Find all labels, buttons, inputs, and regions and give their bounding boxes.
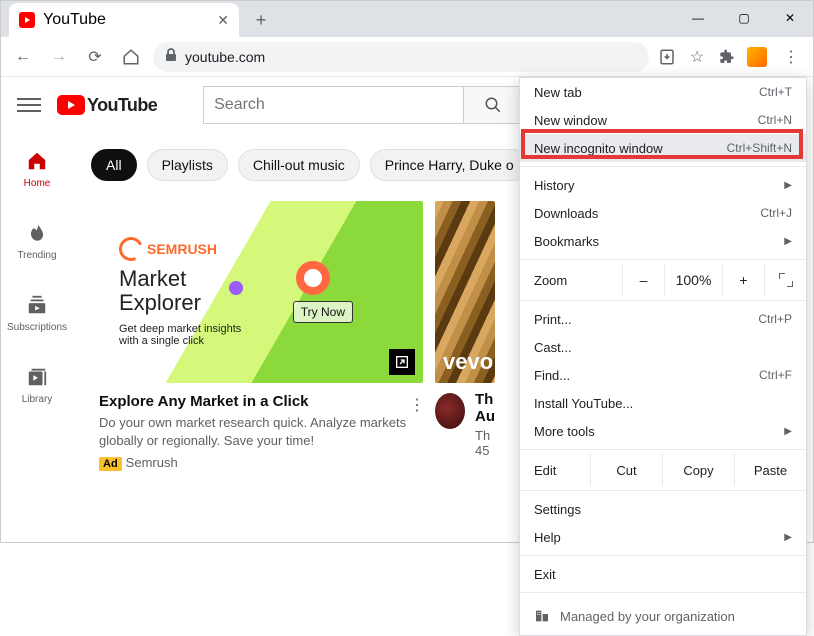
- ad-card[interactable]: SEMRUSH MarketExplorer Get deep market i…: [99, 201, 423, 471]
- address-bar: ← → ⟳ youtube.com ☆ ⋮: [1, 37, 813, 77]
- menu-new-incognito[interactable]: New incognito windowCtrl+Shift+N: [520, 134, 806, 162]
- zoom-out-button[interactable]: –: [622, 264, 664, 296]
- browser-tab[interactable]: YouTube ✕: [9, 3, 239, 37]
- sidebar-item-subscriptions[interactable]: Subscriptions: [1, 277, 73, 349]
- edit-label: Edit: [520, 463, 590, 478]
- menu-new-window[interactable]: New windowCtrl+N: [520, 106, 806, 134]
- managed-by-org[interactable]: Managed by your organization: [520, 597, 806, 635]
- semrush-logo: SEMRUSH: [119, 237, 403, 261]
- search-input[interactable]: [203, 86, 463, 124]
- chrome-menu: New tabCtrl+T New windowCtrl+N New incog…: [519, 77, 807, 636]
- ad-badge: Ad: [99, 457, 122, 471]
- youtube-logo-text: YouTube: [87, 95, 157, 116]
- ad-headline: MarketExplorer: [119, 267, 403, 315]
- sidebar-label: Trending: [17, 250, 56, 261]
- zoom-in-button[interactable]: +: [722, 264, 764, 296]
- forward-button[interactable]: →: [45, 43, 73, 71]
- filter-chips: All Playlists Chill-out music Prince Har…: [91, 149, 529, 181]
- menu-edit-row: Edit Cut Copy Paste: [520, 454, 806, 486]
- chip-playlists[interactable]: Playlists: [147, 149, 228, 181]
- youtube-favicon: [19, 12, 35, 28]
- ad-thumbnail[interactable]: SEMRUSH MarketExplorer Get deep market i…: [99, 201, 423, 383]
- menu-settings[interactable]: Settings: [520, 495, 806, 523]
- window-titlebar: YouTube ✕ + — ▢ ✕: [1, 1, 813, 37]
- video-card[interactable]: vevo ThAu Th45: [435, 201, 495, 471]
- channel-avatar[interactable]: [435, 393, 465, 429]
- fullscreen-icon: [779, 273, 793, 287]
- ad-sponsor-line: AdSemrush: [99, 455, 423, 471]
- menu-install-youtube[interactable]: Install YouTube...: [520, 389, 806, 417]
- lock-icon: [165, 48, 177, 65]
- back-button[interactable]: ←: [9, 43, 37, 71]
- ad-card-description: Do your own market research quick. Analy…: [99, 414, 423, 449]
- chip-all[interactable]: All: [91, 149, 137, 181]
- menu-cut[interactable]: Cut: [590, 454, 662, 486]
- menu-find[interactable]: Find...Ctrl+F: [520, 361, 806, 389]
- menu-paste[interactable]: Paste: [734, 454, 806, 486]
- ad-card-title: Explore Any Market in a Click: [99, 393, 423, 410]
- open-external-icon[interactable]: [389, 349, 415, 375]
- extension-badge-icon[interactable]: [747, 47, 767, 67]
- sidebar-label: Library: [22, 394, 53, 405]
- trending-icon: [26, 222, 48, 244]
- home-button[interactable]: [117, 43, 145, 71]
- zoom-label: Zoom: [520, 273, 622, 288]
- chip-chillout[interactable]: Chill-out music: [238, 149, 360, 181]
- home-icon: [26, 150, 48, 172]
- sidebar-item-home[interactable]: Home: [1, 133, 73, 205]
- maximize-button[interactable]: ▢: [721, 3, 767, 33]
- zoom-level: 100%: [664, 264, 722, 296]
- vevo-badge: vevo: [443, 349, 493, 375]
- library-icon: [26, 366, 48, 388]
- video-thumbnail[interactable]: vevo: [435, 201, 495, 383]
- try-now-button[interactable]: Try Now: [293, 301, 353, 323]
- url-text: youtube.com: [185, 49, 265, 65]
- video-title: ThAu: [475, 391, 495, 425]
- new-tab-button[interactable]: +: [247, 6, 275, 34]
- ad-subtext: Get deep market insightswith a single cl…: [119, 323, 403, 347]
- menu-new-tab[interactable]: New tabCtrl+T: [520, 78, 806, 106]
- menu-print[interactable]: Print...Ctrl+P: [520, 305, 806, 333]
- youtube-play-icon: [57, 95, 85, 115]
- install-app-icon[interactable]: [657, 47, 677, 67]
- sidebar-label: Home: [24, 178, 51, 189]
- sidebar-label: Subscriptions: [7, 322, 67, 333]
- chrome-menu-button[interactable]: ⋮: [777, 43, 805, 71]
- sidebar-item-trending[interactable]: Trending: [1, 205, 73, 277]
- youtube-logo[interactable]: YouTube: [57, 95, 157, 116]
- window-controls: — ▢ ✕: [675, 3, 813, 33]
- managed-text: Managed by your organization: [560, 609, 735, 624]
- menu-downloads[interactable]: DownloadsCtrl+J: [520, 199, 806, 227]
- close-tab-icon[interactable]: ✕: [217, 12, 229, 29]
- card-menu-button[interactable]: ⋮: [409, 395, 425, 415]
- sidebar-item-library[interactable]: Library: [1, 349, 73, 421]
- close-window-button[interactable]: ✕: [767, 3, 813, 33]
- chip-harry[interactable]: Prince Harry, Duke o: [370, 149, 529, 181]
- menu-cast[interactable]: Cast...: [520, 333, 806, 361]
- menu-help[interactable]: Help▶: [520, 523, 806, 551]
- fullscreen-button[interactable]: [764, 264, 806, 296]
- tab-title: YouTube: [43, 11, 106, 29]
- menu-zoom: Zoom – 100% +: [520, 264, 806, 296]
- video-meta: Th45: [475, 428, 495, 458]
- bookmark-star-icon[interactable]: ☆: [687, 47, 707, 67]
- sidebar: Home Trending Subscriptions Library: [1, 133, 73, 421]
- minimize-button[interactable]: —: [675, 3, 721, 33]
- search-button[interactable]: [463, 86, 523, 124]
- guide-menu-button[interactable]: [17, 93, 41, 117]
- extensions-icon[interactable]: [717, 47, 737, 67]
- organization-icon: [534, 608, 550, 624]
- menu-copy[interactable]: Copy: [662, 454, 734, 486]
- decorative-dot: [229, 281, 243, 295]
- subscriptions-icon: [26, 294, 48, 316]
- menu-exit[interactable]: Exit: [520, 560, 806, 588]
- menu-more-tools[interactable]: More tools▶: [520, 417, 806, 445]
- menu-bookmarks[interactable]: Bookmarks▶: [520, 227, 806, 255]
- menu-history[interactable]: History▶: [520, 171, 806, 199]
- omnibox[interactable]: youtube.com: [153, 42, 649, 72]
- reload-button[interactable]: ⟳: [81, 43, 109, 71]
